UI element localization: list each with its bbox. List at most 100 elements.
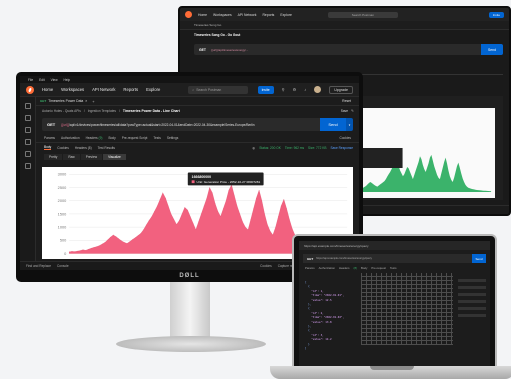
request-tab[interactable]: GET Timeseries Power Data × (40, 99, 87, 103)
find-replace-button[interactable]: Find and Replace (26, 264, 51, 268)
tab-authorization[interactable]: Authorization (61, 136, 80, 140)
back-url-text[interactable]: {{url}}/api/timeseries/energy/... (211, 48, 248, 52)
resp-tab-cookies[interactable]: Cookies (57, 146, 69, 150)
resp-tab-test-results[interactable]: Test Results (98, 146, 115, 150)
sidebar-history-icon[interactable] (24, 163, 31, 169)
send-dropdown-chevron-icon[interactable]: ▾ (346, 118, 353, 131)
laptop-tab-params[interactable]: Params (305, 266, 315, 270)
url-variable: {{url}} (61, 122, 70, 127)
sidebar-mock-icon[interactable] (24, 139, 31, 145)
breadcrumb-sep-icon: / (119, 109, 120, 113)
url-text[interactable]: {{url}}/api/v1/devices/power/timeseries/… (61, 123, 254, 127)
nav-home[interactable]: Home (42, 87, 53, 92)
cookies-button[interactable]: Cookies (260, 264, 272, 268)
nav-api-network[interactable]: API Network (92, 87, 115, 92)
resp-tab-headers-count: (8) (87, 145, 92, 150)
tab-params[interactable]: Params (44, 136, 55, 140)
response-size: Size: 772 KB (308, 145, 327, 150)
back-nav-workspaces[interactable]: Workspaces (213, 13, 232, 17)
view-raw[interactable]: Raw (63, 153, 80, 160)
menu-edit[interactable]: Edit (39, 78, 45, 82)
laptop-tab-tests[interactable]: Tests (390, 266, 397, 270)
laptop-tab-headers[interactable]: Headers (339, 266, 350, 270)
send-button[interactable]: Send (320, 118, 346, 131)
y-tick-label: 500 (60, 239, 66, 243)
breadcrumb: Autonio Hutes - Quats APIs / Ingestion T… (36, 106, 359, 116)
postman-logo-icon[interactable] (26, 85, 34, 94)
laptop-notch (370, 366, 414, 370)
view-pretty[interactable]: Pretty (44, 153, 63, 160)
back-search-input[interactable]: Search Postman (327, 11, 398, 18)
tooltip-swatch (191, 180, 195, 184)
y-tick-label: 3000 (58, 173, 67, 177)
back-breadcrumb: Timeseries Song Go - Go Gout (180, 30, 509, 40)
back-send-button[interactable]: Send (481, 44, 503, 55)
url-input[interactable]: GET {{url}}/api/v1/devices/power/timeser… (42, 118, 320, 131)
view-preview[interactable]: Preview (80, 153, 103, 160)
laptop-url-bar[interactable]: GET https://api.example.com/timeseries/e… (303, 254, 486, 263)
resp-tab-body[interactable]: Body (44, 145, 52, 150)
resp-tab-headers[interactable]: Headers (8) (75, 146, 92, 150)
method-select[interactable]: GET (47, 122, 55, 127)
status-code: Status: 200 OK (259, 145, 281, 150)
search-placeholder: Search Postman (196, 87, 222, 92)
tab-headers[interactable]: Headers (9) (86, 136, 103, 140)
y-tick-label: 1000 (58, 226, 67, 230)
view-visualize[interactable]: Visualize (103, 153, 126, 160)
cookies-link[interactable]: Cookies (339, 136, 351, 140)
tab-settings[interactable]: Settings (167, 136, 179, 140)
gear-icon[interactable]: ⚙ (293, 87, 297, 92)
menu-file[interactable]: File (28, 78, 33, 82)
avatar[interactable] (314, 86, 322, 93)
environment-select[interactable]: Reset (342, 99, 351, 103)
back-invite-button[interactable]: Invite (488, 11, 504, 18)
laptop-send-button[interactable]: Send (472, 254, 486, 263)
nav-explore[interactable]: Explore (146, 87, 160, 92)
satellite-icon[interactable]: ⚲ (282, 87, 285, 92)
laptop-tab-body[interactable]: Body (361, 266, 367, 270)
laptop-tab-auth[interactable]: Authorization (319, 266, 335, 270)
menu-help[interactable]: Help (64, 78, 71, 82)
back-method[interactable]: GET (199, 48, 206, 52)
laptop-request-tabs: Params Authorization Headers (8) Body Pr… (299, 263, 490, 273)
tab-body[interactable]: Body (108, 136, 115, 140)
laptop-screen: https://api.example.com/timeseries/energ… (299, 241, 490, 368)
upgrade-button[interactable]: Upgrade (329, 85, 353, 94)
nav-reports[interactable]: Reports (123, 87, 138, 92)
search-input[interactable]: ⌕ Search Postman (188, 85, 249, 94)
back-app-header: Home Workspaces API Network Reports Expl… (180, 8, 509, 21)
menu-view[interactable]: View (51, 78, 58, 82)
laptop-url-text[interactable]: https://api.example.com/timeseries/energ… (316, 257, 372, 260)
laptop-method[interactable]: GET (307, 257, 313, 261)
back-url-bar[interactable]: GET {{url}}/api/timeseries/energy/... Se… (194, 44, 503, 55)
sidebar-environments-icon[interactable] (24, 127, 31, 133)
globe-icon: ◍ (252, 145, 256, 150)
breadcrumb-collection[interactable]: Autonio Hutes - Quats APIs (42, 109, 81, 113)
tab-tests[interactable]: Tests (153, 136, 160, 140)
chart-tooltip: 1666800000Unit: Generation Price - 2052-… (187, 172, 264, 186)
sidebar-apis-icon[interactable] (24, 115, 31, 121)
sidebar-collections-icon[interactable] (24, 103, 31, 109)
save-button[interactable]: Save (341, 109, 348, 113)
save-response-button[interactable]: Save Response (330, 146, 353, 150)
laptop: https://api.example.com/timeseries/energ… (292, 234, 497, 368)
back-nav-home[interactable]: Home (198, 13, 207, 17)
invite-button[interactable]: Invite (257, 85, 274, 94)
nav-workspaces[interactable]: Workspaces (61, 87, 84, 92)
breadcrumb-folder[interactable]: Ingestion Templates (88, 109, 116, 113)
back-nav-explore[interactable]: Explore (280, 13, 292, 17)
console-button[interactable]: Console (57, 264, 69, 268)
tooltip-label: Unit: Generation Price - 2052-10-27 0800… (197, 180, 261, 184)
sidebar-monitors-icon[interactable] (24, 151, 31, 157)
monitor-stand-neck (170, 282, 210, 340)
laptop-tab-prerequest[interactable]: Pre-request (371, 266, 386, 270)
tab-prerequest[interactable]: Pre-request Script (122, 136, 148, 140)
back-nav-api-network[interactable]: API Network (238, 13, 257, 17)
bell-icon[interactable]: ♪ (304, 87, 306, 92)
back-nav-reports[interactable]: Reports (262, 13, 274, 17)
pencil-icon[interactable]: ✎ (351, 109, 354, 113)
close-icon[interactable]: × (85, 99, 87, 103)
tooltip-title: 1666800000 (192, 175, 211, 179)
new-tab-icon[interactable]: + (92, 99, 94, 104)
back-tab[interactable]: Timeseries Song Go (194, 23, 221, 27)
